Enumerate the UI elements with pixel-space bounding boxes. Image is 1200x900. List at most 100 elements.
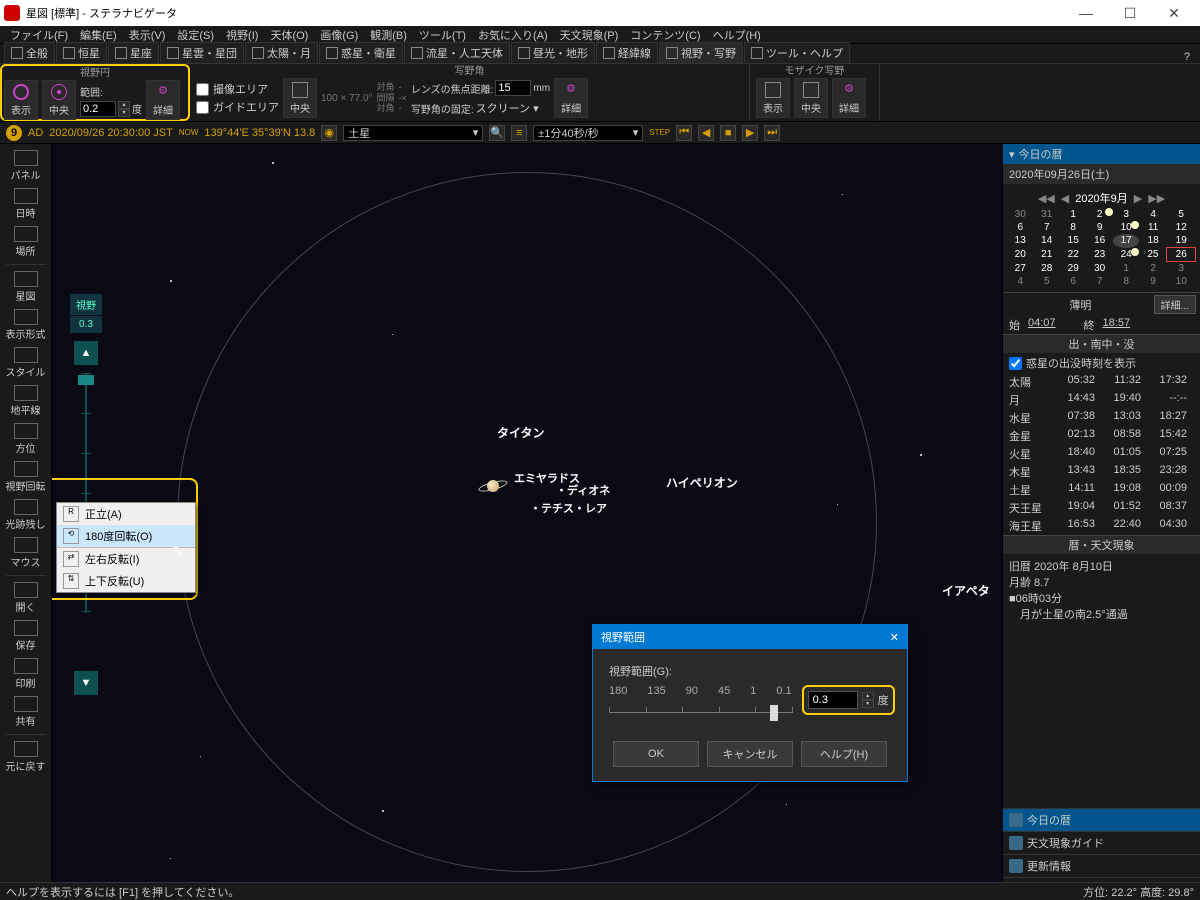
menu-item[interactable]: 表示(V) <box>123 27 172 43</box>
sidebar-item[interactable]: 開く <box>4 580 48 616</box>
calendar-day[interactable]: 6 <box>1007 221 1033 234</box>
menu-item[interactable]: 設定(S) <box>171 27 220 43</box>
calendar-day[interactable]: 19 <box>1167 234 1196 248</box>
sidebar-item[interactable]: 保存 <box>4 618 48 654</box>
fix-combo[interactable]: スクリーン ▾ <box>476 100 546 116</box>
zoom-out-button[interactable]: ▼ <box>74 671 98 695</box>
calendar-day[interactable]: 10 <box>1113 221 1139 234</box>
menu-item[interactable]: 天文現象(P) <box>554 27 625 43</box>
show-button[interactable]: 表示 <box>756 78 790 118</box>
menu-item[interactable]: ⇅上下反転(U) <box>57 570 195 592</box>
search-icon[interactable]: 🔍 <box>489 125 505 141</box>
now-button[interactable]: NOW <box>179 128 199 137</box>
calendar-day[interactable]: 2 <box>1086 208 1112 221</box>
prev-year-button[interactable]: ◀◀ <box>1038 192 1055 205</box>
collapse-icon[interactable]: ▾ <box>1009 148 1015 161</box>
ribbon-tab[interactable]: 恒星 <box>56 42 107 63</box>
sidebar-item[interactable]: マウス <box>4 535 48 571</box>
menu-item[interactable]: ヘルプ(H) <box>707 27 767 43</box>
calendar-day[interactable]: 4 <box>1139 208 1167 221</box>
ribbon-tab[interactable]: 昼光・地形 <box>511 42 595 63</box>
datetime[interactable]: 2020/09/26 20:30:00 JST <box>49 127 173 139</box>
menu-item[interactable]: R正立(A) <box>57 503 195 525</box>
close-button[interactable]: ✕ <box>1152 0 1196 26</box>
calendar-day[interactable]: 1 <box>1060 208 1086 221</box>
panel-tab[interactable]: 今日の暦 <box>1003 808 1200 831</box>
next-month-button[interactable]: ▶ <box>1134 192 1142 205</box>
menu-item[interactable]: ファイル(F) <box>4 27 74 43</box>
twilight-start[interactable]: 04:07 <box>1028 317 1056 333</box>
calendar-day[interactable]: 12 <box>1167 221 1196 234</box>
next-year-button[interactable]: ▶▶ <box>1148 192 1165 205</box>
imaging-area-check[interactable] <box>196 83 209 96</box>
menu-item[interactable]: 天体(O) <box>264 27 314 43</box>
step-back-button[interactable]: ⏮ <box>676 125 692 141</box>
detail-button[interactable]: ⚙詳細 <box>832 78 866 118</box>
stop-button[interactable]: ■ <box>720 125 736 141</box>
coords[interactable]: 139°44'E 35°39'N 13.8 <box>204 127 315 139</box>
detail-button[interactable]: ⚙詳細 <box>554 78 588 118</box>
calendar-day[interactable]: 20 <box>1007 248 1033 262</box>
target-combo[interactable]: 土星▾ <box>343 125 483 141</box>
detail-button[interactable]: 詳細... <box>1154 295 1196 314</box>
sidebar-item[interactable]: パネル <box>4 148 48 184</box>
calendar-day[interactable]: 30 <box>1007 208 1033 221</box>
calendar-day[interactable]: 11 <box>1139 221 1167 234</box>
calendar-day[interactable]: 8 <box>1060 221 1086 234</box>
panel-tab[interactable]: 更新情報 <box>1003 854 1200 877</box>
calendar-day[interactable]: 23 <box>1086 248 1112 262</box>
calendar-day[interactable]: 16 <box>1086 234 1112 248</box>
menu-item[interactable]: ツール(T) <box>413 27 472 43</box>
sky-chart[interactable]: タイタン エミヤラドス ・ディオネ ・テチス・レア ハイペリオン イアペタ 視野… <box>52 144 1002 900</box>
calendar-day[interactable]: 1 <box>1113 262 1139 276</box>
sidebar-item[interactable]: 共有 <box>4 694 48 730</box>
calendar-day[interactable]: 2 <box>1139 262 1167 276</box>
sidebar-item[interactable]: 光跡残し <box>4 497 48 533</box>
sidebar-item[interactable]: 日時 <box>4 186 48 222</box>
show-planets-check[interactable] <box>1009 357 1022 370</box>
menu-item[interactable]: 観測(B) <box>364 27 413 43</box>
ribbon-tab[interactable]: 星座 <box>108 42 159 63</box>
detail-button[interactable]: ⚙詳細 <box>146 80 180 120</box>
time-speed-combo[interactable]: ±1分40秒/秒▾ <box>533 125 643 141</box>
show-button[interactable]: 表示 <box>4 80 38 120</box>
ribbon-tab[interactable]: ツール・ヘルプ <box>744 42 850 63</box>
sidebar-item[interactable]: 元に戻す <box>4 739 48 775</box>
calendar-day[interactable]: 9 <box>1086 221 1112 234</box>
minimize-button[interactable]: — <box>1064 0 1108 26</box>
fov-range-input[interactable] <box>80 101 116 117</box>
prev-month-button[interactable]: ◀ <box>1061 192 1069 205</box>
menu-item[interactable]: お気に入り(A) <box>472 27 554 43</box>
calendar-day[interactable]: 4 <box>1007 275 1033 288</box>
twilight-end[interactable]: 18:57 <box>1103 317 1131 333</box>
calendar-day[interactable]: 9 <box>1139 275 1167 288</box>
calendar-day[interactable]: 5 <box>1033 275 1059 288</box>
menu-item[interactable]: 編集(E) <box>74 27 123 43</box>
ribbon-tab[interactable]: 惑星・衛星 <box>319 42 403 63</box>
calendar-day[interactable]: 15 <box>1060 234 1086 248</box>
play-back-button[interactable]: ◀ <box>698 125 714 141</box>
ribbon-tab[interactable]: 全般 <box>4 42 55 63</box>
menu-item[interactable]: 視野(I) <box>220 27 264 43</box>
globe-icon[interactable]: ◉ <box>321 125 337 141</box>
sidebar-item[interactable]: 星図 <box>4 269 48 305</box>
calendar-day[interactable]: 17 <box>1113 234 1139 248</box>
ribbon-tab[interactable]: 星雲・星団 <box>160 42 244 63</box>
sidebar-item[interactable]: 印刷 <box>4 656 48 692</box>
calendar-day[interactable]: 31 <box>1033 208 1059 221</box>
calendar-day[interactable]: 5 <box>1167 208 1196 221</box>
zoom-in-button[interactable]: ▲ <box>74 341 98 365</box>
sidebar-item[interactable]: 視野回転 <box>4 459 48 495</box>
calendar-day[interactable]: 14 <box>1033 234 1059 248</box>
list-icon[interactable]: ≡ <box>511 125 527 141</box>
dialog-close-button[interactable]: ✕ <box>890 631 899 644</box>
calendar-day[interactable]: 10 <box>1167 275 1196 288</box>
menu-item[interactable]: 画像(G) <box>314 27 364 43</box>
ribbon-tab[interactable]: 視野・写野 <box>659 42 743 63</box>
center-button[interactable]: 中央 <box>283 78 317 118</box>
sidebar-item[interactable]: スタイル <box>4 345 48 381</box>
calendar-day[interactable]: 24 <box>1113 248 1139 262</box>
play-fwd-button[interactable]: ▶ <box>742 125 758 141</box>
fov-slider[interactable] <box>609 699 792 713</box>
sidebar-item[interactable]: 方位 <box>4 421 48 457</box>
